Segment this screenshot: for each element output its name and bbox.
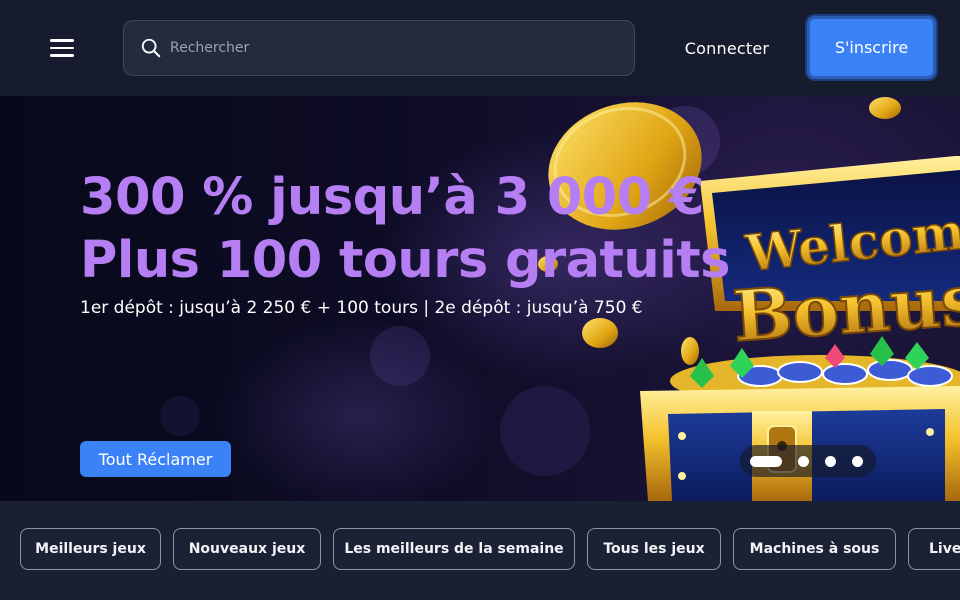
category-live[interactable]: Live [908, 528, 960, 570]
hamburger-menu-icon[interactable] [44, 34, 80, 62]
carousel-dot-3[interactable] [825, 455, 836, 467]
carousel-dot-4[interactable] [852, 455, 863, 467]
carousel-dot-1[interactable] [750, 455, 782, 467]
signup-button[interactable]: S'inscrire [807, 16, 936, 79]
headline-line-1: 300 % jusqu’à 3 000 € [80, 168, 705, 227]
category-best-of-week[interactable]: Les meilleurs de la semaine [333, 528, 575, 570]
claim-all-button[interactable]: Tout Réclamer [80, 441, 231, 477]
top-header: Connecter S'inscrire [0, 0, 960, 96]
search-input[interactable] [170, 40, 590, 56]
login-button[interactable]: Connecter [668, 28, 786, 68]
promo-headline: 300 % jusqu’à 3 000 € Plus 100 tours gra… [80, 166, 740, 292]
category-top-games[interactable]: Meilleurs jeux [20, 528, 161, 570]
headline-line-2: Plus 100 tours gratuits [80, 231, 730, 290]
bonus-art-text: Bonus [730, 258, 960, 358]
promo-banner[interactable]: Welcome Bonus 300 % jusqu’à 3 000 € Plus… [0, 96, 960, 501]
game-category-bar: Meilleurs jeux Nouveaux jeux Les meilleu… [0, 501, 960, 600]
category-slots[interactable]: Machines à sous [733, 528, 896, 570]
promo-subline: 1er dépôt : jusqu’à 2 250 € + 100 tours … [80, 298, 643, 318]
search-icon [141, 38, 161, 58]
category-new-games[interactable]: Nouveaux jeux [173, 528, 321, 570]
carousel-dot-2[interactable] [798, 455, 809, 467]
search-bar[interactable] [123, 20, 635, 76]
category-all-games[interactable]: Tous les jeux [587, 528, 721, 570]
carousel-pagination [740, 445, 876, 477]
